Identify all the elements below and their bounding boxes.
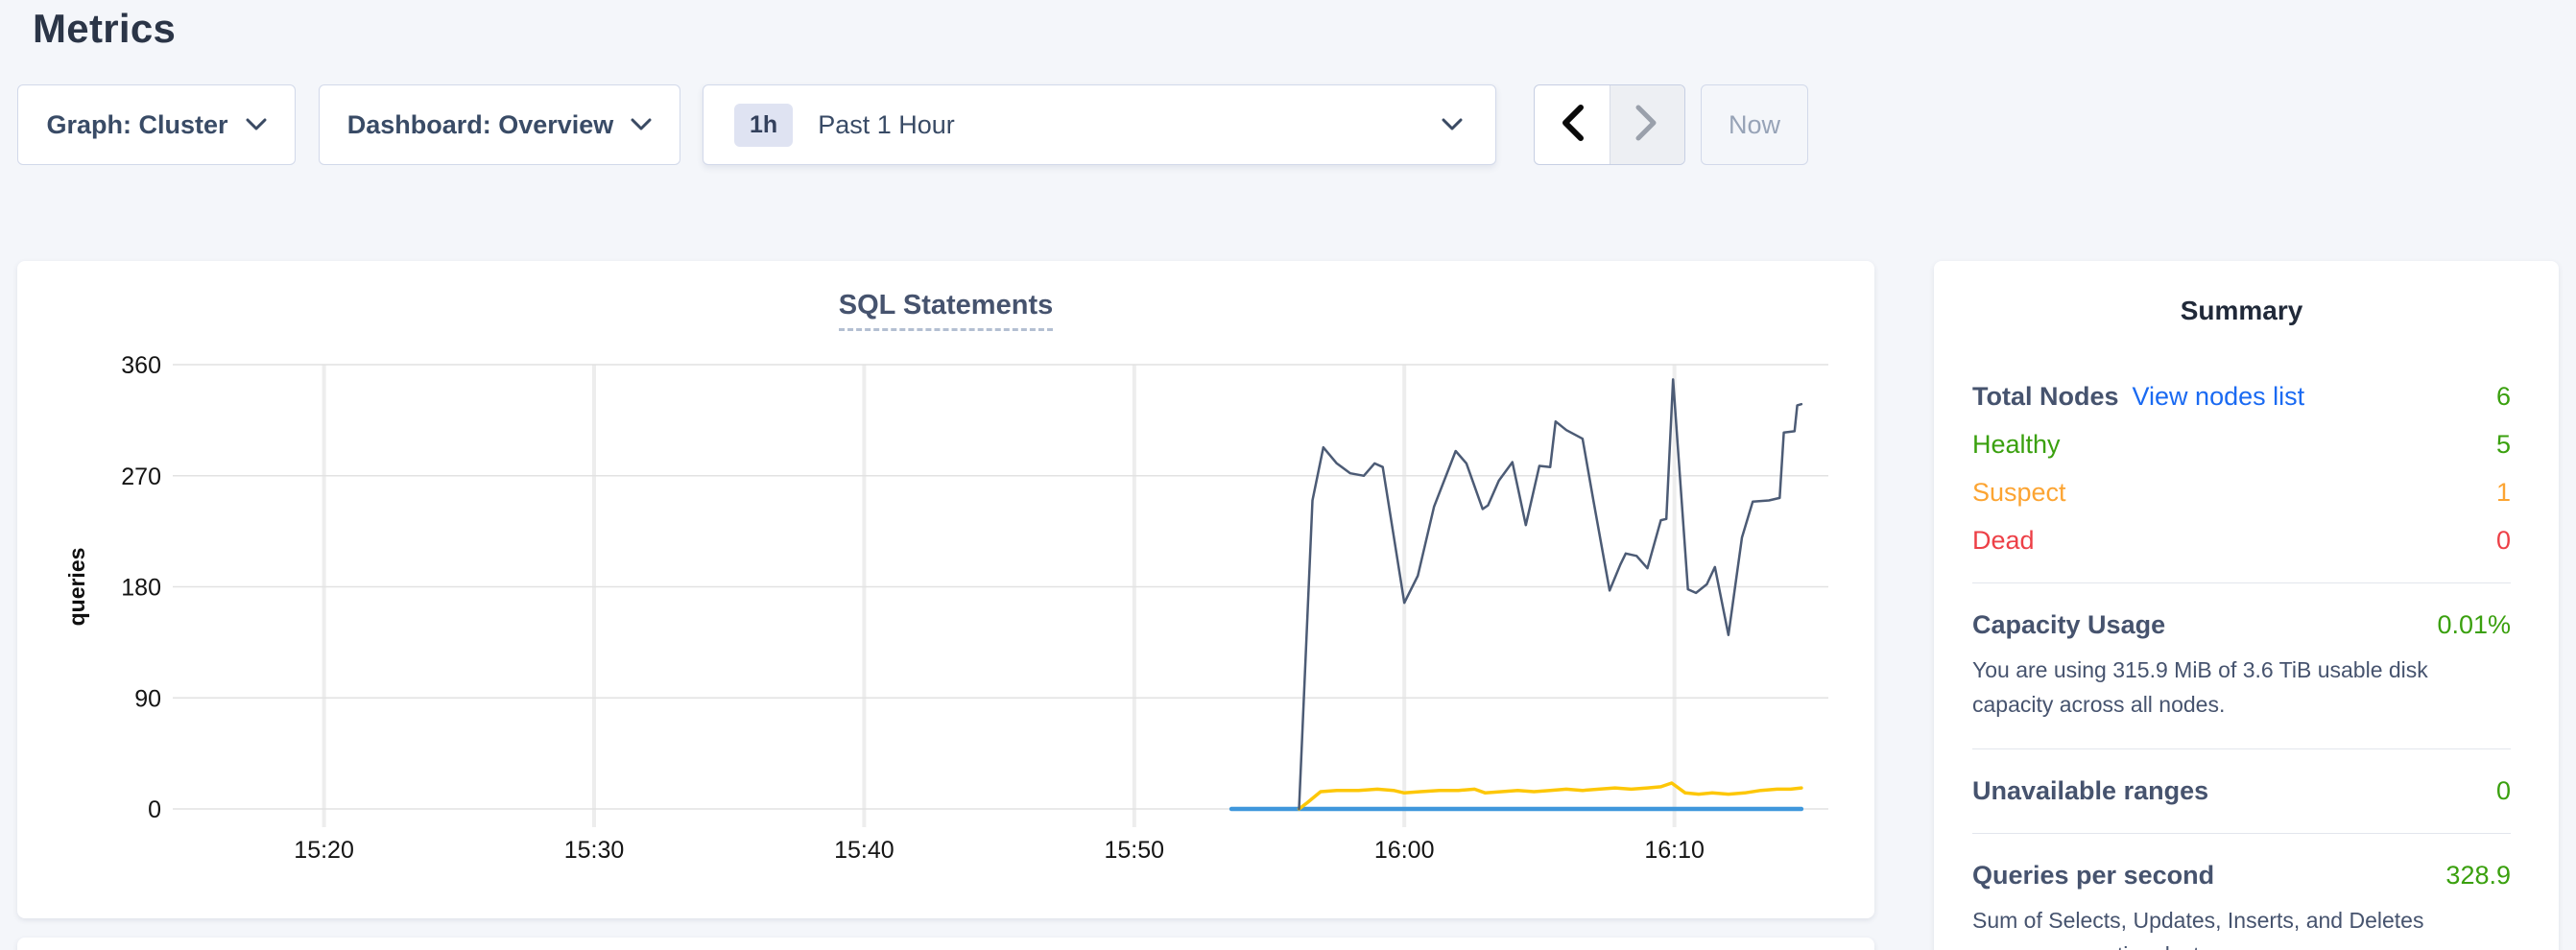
total-nodes-row: Total Nodes View nodes list 6 (1972, 382, 2511, 412)
capacity-usage-row: Capacity Usage 0.01% (1972, 610, 2511, 640)
suspect-value: 1 (2496, 478, 2511, 508)
x-tick-label: 15:30 (564, 837, 625, 864)
healthy-label: Healthy (1972, 430, 2061, 460)
dead-label: Dead (1972, 526, 2035, 556)
time-range-badge: 1h (734, 104, 793, 147)
time-pager (1534, 84, 1685, 165)
dashboard-dropdown[interactable]: Dashboard: Overview (319, 84, 680, 165)
page-title: Metrics (33, 6, 176, 52)
y-tick-label: 0 (148, 796, 161, 823)
healthy-nodes-row: Healthy 5 (1972, 430, 2511, 460)
y-axis-label: queries (64, 548, 89, 627)
yellow-line (1300, 783, 1801, 809)
suspect-nodes-row: Suspect 1 (1972, 478, 2511, 508)
divider (1972, 748, 2511, 749)
x-tick-label: 15:20 (294, 837, 354, 864)
y-tick-label: 180 (121, 575, 161, 602)
now-button-label: Now (1729, 110, 1780, 140)
now-button[interactable]: Now (1701, 84, 1808, 165)
queries-per-second-value: 328.9 (2445, 861, 2511, 891)
unavailable-ranges-value: 0 (2496, 776, 2511, 806)
sql-statements-chart[interactable]: 15:20 15:30 15:40 15:50 16:00 16:10 0 90 180 270 3… (17, 261, 1874, 918)
previous-time-button[interactable] (1535, 85, 1610, 164)
graph-dropdown-label: Graph: Cluster (46, 110, 227, 140)
queries-per-second-description: Sum of Selects, Updates, Inserts, and De… (1972, 904, 2491, 950)
dashboard-dropdown-label: Dashboard: Overview (347, 110, 614, 140)
x-tick-label: 15:50 (1105, 837, 1165, 864)
chevron-right-icon (1634, 104, 1659, 147)
dead-value: 0 (2496, 526, 2511, 556)
chevron-left-icon (1560, 104, 1585, 147)
summary-heading: Summary (1972, 296, 2511, 326)
dead-nodes-row: Dead 0 (1972, 526, 2511, 556)
y-tick-label: 90 (134, 685, 161, 712)
healthy-value: 5 (2496, 430, 2511, 460)
divider (1972, 582, 2511, 583)
queries-per-second-row: Queries per second 328.9 (1972, 861, 2511, 891)
x-tick-label: 16:10 (1644, 837, 1705, 864)
next-chart-card-peek (17, 938, 1874, 950)
time-range-dropdown[interactable]: 1h Past 1 Hour (703, 84, 1496, 165)
x-tick-label: 16:00 (1374, 837, 1435, 864)
summary-panel: Summary Total Nodes View nodes list 6 He… (1934, 261, 2559, 950)
total-nodes-value: 6 (2496, 382, 2511, 412)
capacity-usage-value: 0.01% (2437, 610, 2511, 640)
y-tick-label: 270 (121, 463, 161, 490)
total-nodes-label: Total Nodes (1972, 382, 2119, 412)
suspect-label: Suspect (1972, 478, 2066, 508)
next-time-button[interactable] (1610, 85, 1685, 164)
chevron-down-icon (631, 118, 652, 131)
divider (1972, 833, 2511, 834)
view-nodes-list-link[interactable]: View nodes list (2133, 382, 2305, 412)
unavailable-ranges-label: Unavailable ranges (1972, 776, 2208, 806)
capacity-usage-label: Capacity Usage (1972, 610, 2165, 640)
dark-navy-line (1300, 379, 1801, 809)
time-range-label: Past 1 Hour (818, 110, 955, 140)
queries-per-second-label: Queries per second (1972, 861, 2214, 891)
y-tick-label: 360 (121, 352, 161, 379)
sql-statements-chart-card: SQL Statements 15:2015:3015:4015:5016:00… (17, 261, 1874, 918)
chevron-down-icon (246, 118, 267, 131)
unavailable-ranges-row: Unavailable ranges 0 (1972, 776, 2511, 806)
capacity-usage-description: You are using 315.9 MiB of 3.6 TiB usabl… (1972, 653, 2491, 722)
graph-dropdown[interactable]: Graph: Cluster (17, 84, 296, 165)
x-tick-label: 15:40 (834, 837, 894, 864)
chevron-down-icon (1442, 118, 1463, 131)
